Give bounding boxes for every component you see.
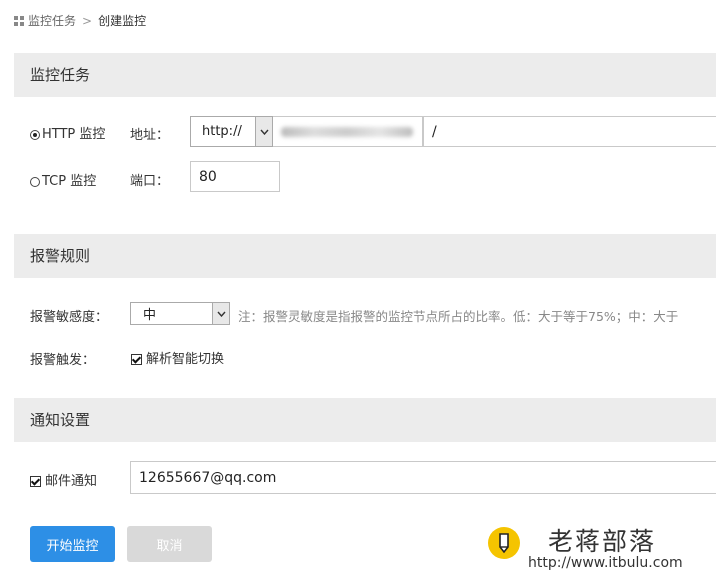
trigger-option-label: 解析智能切换 <box>146 352 225 367</box>
host-input[interactable] <box>273 116 423 147</box>
sensitivity-note: 注：报警灵敏度是指报警的监控节点所占的比率。低：大于等于75%；中：大于 <box>238 309 679 324</box>
radio-selected-icon <box>30 129 40 140</box>
email-value: 12655667@qq.com <box>139 469 277 486</box>
email-input[interactable]: 12655667@qq.com <box>130 461 716 494</box>
breadcrumb-current: 创建监控 <box>98 14 147 28</box>
sensitivity-select[interactable]: 中 <box>130 302 230 325</box>
tcp-radio-label: TCP 监控 <box>42 174 97 189</box>
breadcrumb: 监控任务 > 创建监控 <box>14 12 146 29</box>
chevron-down-icon <box>255 117 272 146</box>
breadcrumb-parent[interactable]: 监控任务 <box>28 12 76 29</box>
start-monitor-button[interactable]: 开始监控 <box>30 526 115 562</box>
path-value: / <box>432 123 437 140</box>
checkbox-checked-icon <box>131 354 142 365</box>
port-input[interactable]: 80 <box>190 161 280 192</box>
sensitivity-value: 中 <box>143 308 157 323</box>
checkbox-checked-icon <box>30 476 41 487</box>
port-label: 端口： <box>130 174 170 189</box>
trigger-checkbox[interactable]: 解析智能切换 <box>131 348 224 367</box>
http-radio[interactable]: HTTP 监控 <box>30 123 105 142</box>
http-radio-label: HTTP 监控 <box>42 127 106 142</box>
grid-icon <box>14 15 24 26</box>
protocol-select[interactable]: http:// <box>190 116 273 147</box>
cancel-button[interactable]: 取消 <box>127 526 212 562</box>
path-input[interactable]: / <box>423 116 716 147</box>
pencil-logo-icon <box>488 527 520 559</box>
section-alert-header: 报警规则 <box>14 234 716 278</box>
breadcrumb-separator: > <box>82 13 93 28</box>
watermark-url: http://www.itbulu.com <box>528 555 683 571</box>
port-value: 80 <box>199 168 217 185</box>
email-notify-label: 邮件通知 <box>45 474 98 489</box>
tcp-radio[interactable]: TCP 监控 <box>30 170 96 189</box>
section-task-header: 监控任务 <box>14 53 716 97</box>
sensitivity-label: 报警敏感度： <box>30 310 109 325</box>
trigger-label: 报警触发： <box>30 353 96 368</box>
email-notify-checkbox[interactable]: 邮件通知 <box>30 470 97 489</box>
redacted-host <box>281 126 413 137</box>
section-notify-header: 通知设置 <box>14 398 716 442</box>
watermark-title: 老蒋部落 <box>548 527 657 556</box>
chevron-down-icon <box>212 303 229 324</box>
address-label: 地址： <box>130 128 170 143</box>
protocol-value: http:// <box>202 124 242 139</box>
radio-unselected-icon <box>30 176 40 187</box>
